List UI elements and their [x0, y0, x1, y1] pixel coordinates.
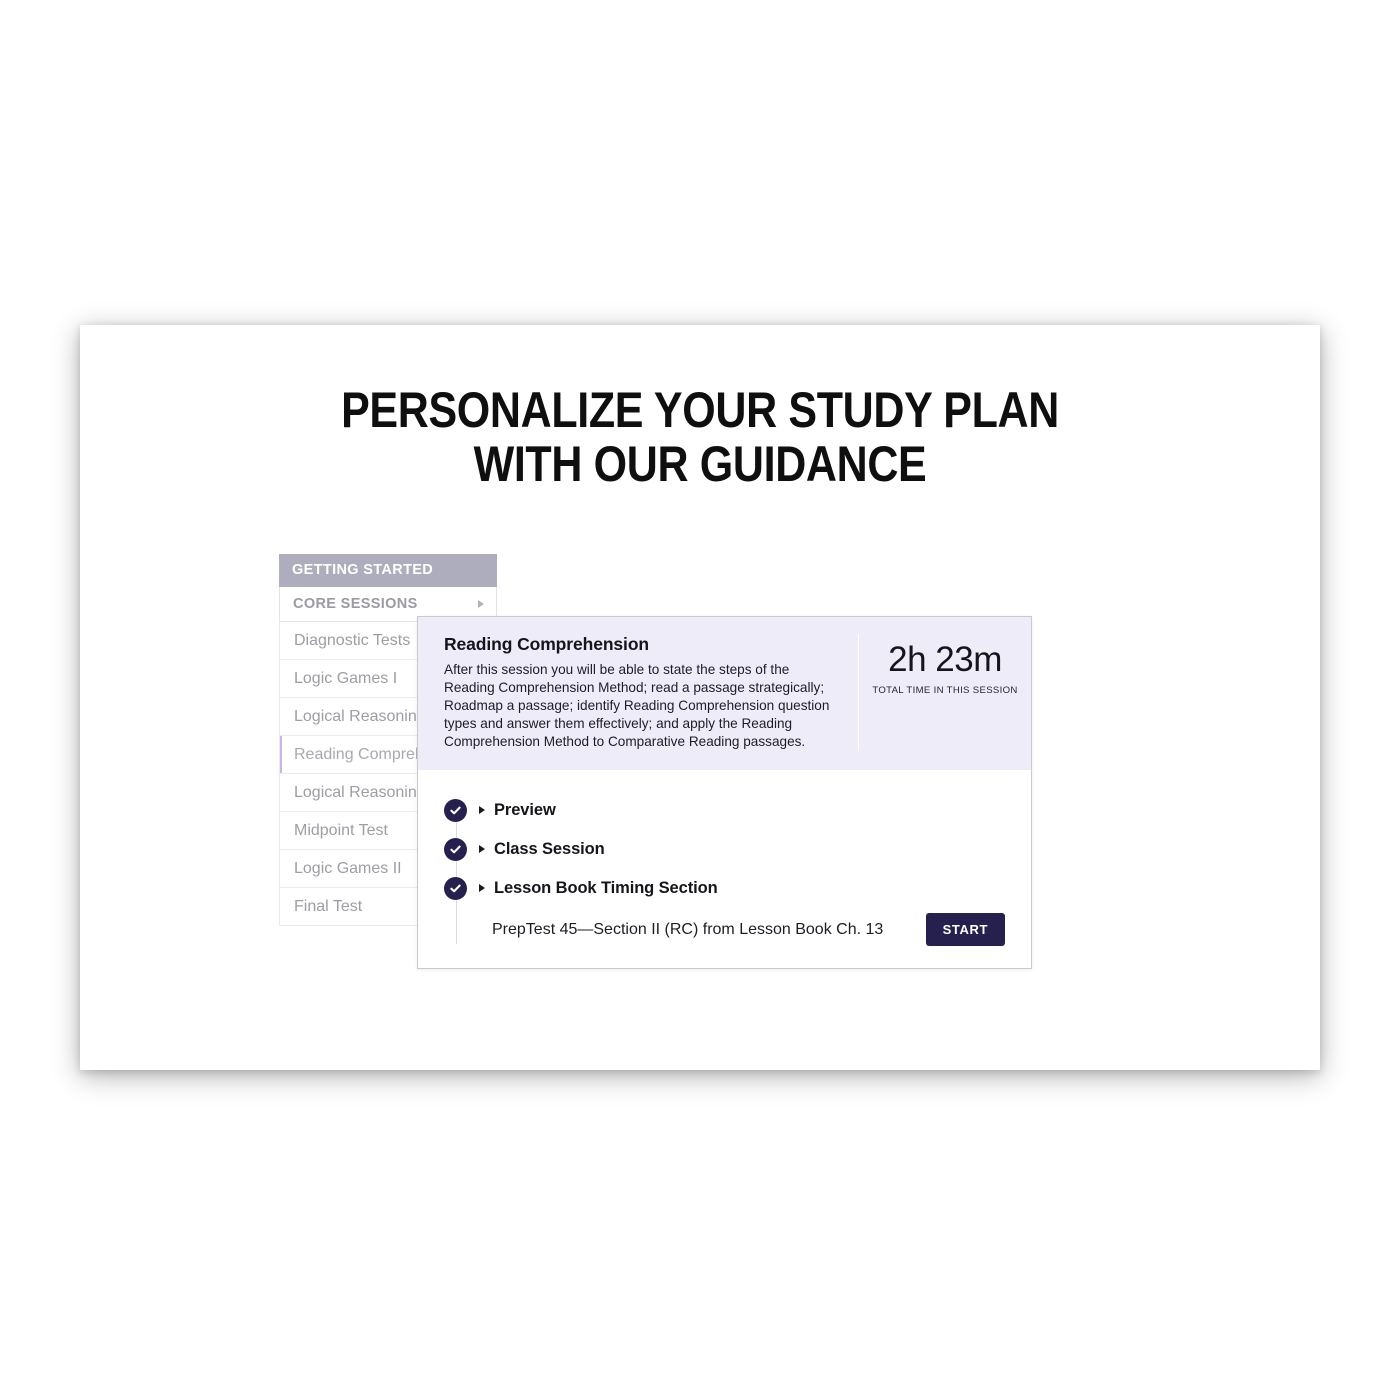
sidebar-item-label: Final Test	[294, 898, 363, 915]
sidebar-item-label: Logic Games I	[294, 670, 398, 687]
sidebar-item-label: Midpoint Test	[294, 822, 388, 839]
session-title: Reading Comprehension	[444, 634, 650, 654]
session-panel-header: Reading Comprehension After this session…	[418, 617, 1031, 770]
chevron-right-icon	[479, 806, 485, 815]
page-title: PERSONALIZE YOUR STUDY PLAN WITH OUR GUI…	[167, 383, 1233, 491]
check-circle-icon	[444, 837, 467, 861]
assignment-text: PrepTest 45—Section II (RC) from Lesson …	[492, 920, 884, 938]
start-button[interactable]: START	[925, 913, 1005, 947]
total-time-value: 2h 23m	[888, 640, 1002, 679]
session-checklist: Preview Class Session Lesson Book Timing…	[418, 770, 1031, 968]
total-time-block: 2h 23m TOTAL TIME IN THIS SESSION	[858, 634, 1031, 751]
chevron-right-icon	[478, 600, 484, 608]
checklist-item-class-session[interactable]: Class Session	[418, 830, 1031, 869]
core-sessions-label: CORE SESSIONS	[293, 596, 418, 612]
total-time-label: TOTAL TIME IN THIS SESSION	[872, 684, 1018, 696]
check-circle-icon	[444, 798, 467, 822]
checklist-item-label: Class Session	[494, 839, 605, 858]
assignment-row: PrepTest 45—Section II (RC) from Lesson …	[418, 908, 1031, 949]
checklist-item-preview[interactable]: Preview	[418, 791, 1031, 830]
page-title-line-2: WITH OUR GUIDANCE	[473, 436, 927, 492]
sidebar-item-label: Logic Games II	[294, 860, 402, 877]
page-title-line-1: PERSONALIZE YOUR STUDY PLAN	[341, 382, 1059, 438]
sidebar-header-getting-started[interactable]: GETTING STARTED	[279, 554, 497, 587]
checklist-item-lesson-book-timing-section[interactable]: Lesson Book Timing Section	[418, 869, 1031, 908]
chevron-right-icon	[479, 884, 485, 893]
checklist-item-label: Lesson Book Timing Section	[494, 878, 718, 897]
checklist-item-label: Preview	[494, 800, 556, 819]
session-detail-panel: Reading Comprehension After this session…	[417, 616, 1032, 969]
chevron-right-icon	[479, 845, 485, 854]
sidebar-item-label: Diagnostic Tests	[294, 632, 411, 649]
session-summary: Reading Comprehension After this session…	[418, 634, 858, 751]
session-description: After this session you will be able to s…	[444, 662, 830, 749]
check-circle-icon	[444, 876, 467, 900]
slide-canvas: PERSONALIZE YOUR STUDY PLAN WITH OUR GUI…	[80, 325, 1320, 1070]
sidebar-item-label: Logical Reasoning I	[294, 708, 435, 725]
